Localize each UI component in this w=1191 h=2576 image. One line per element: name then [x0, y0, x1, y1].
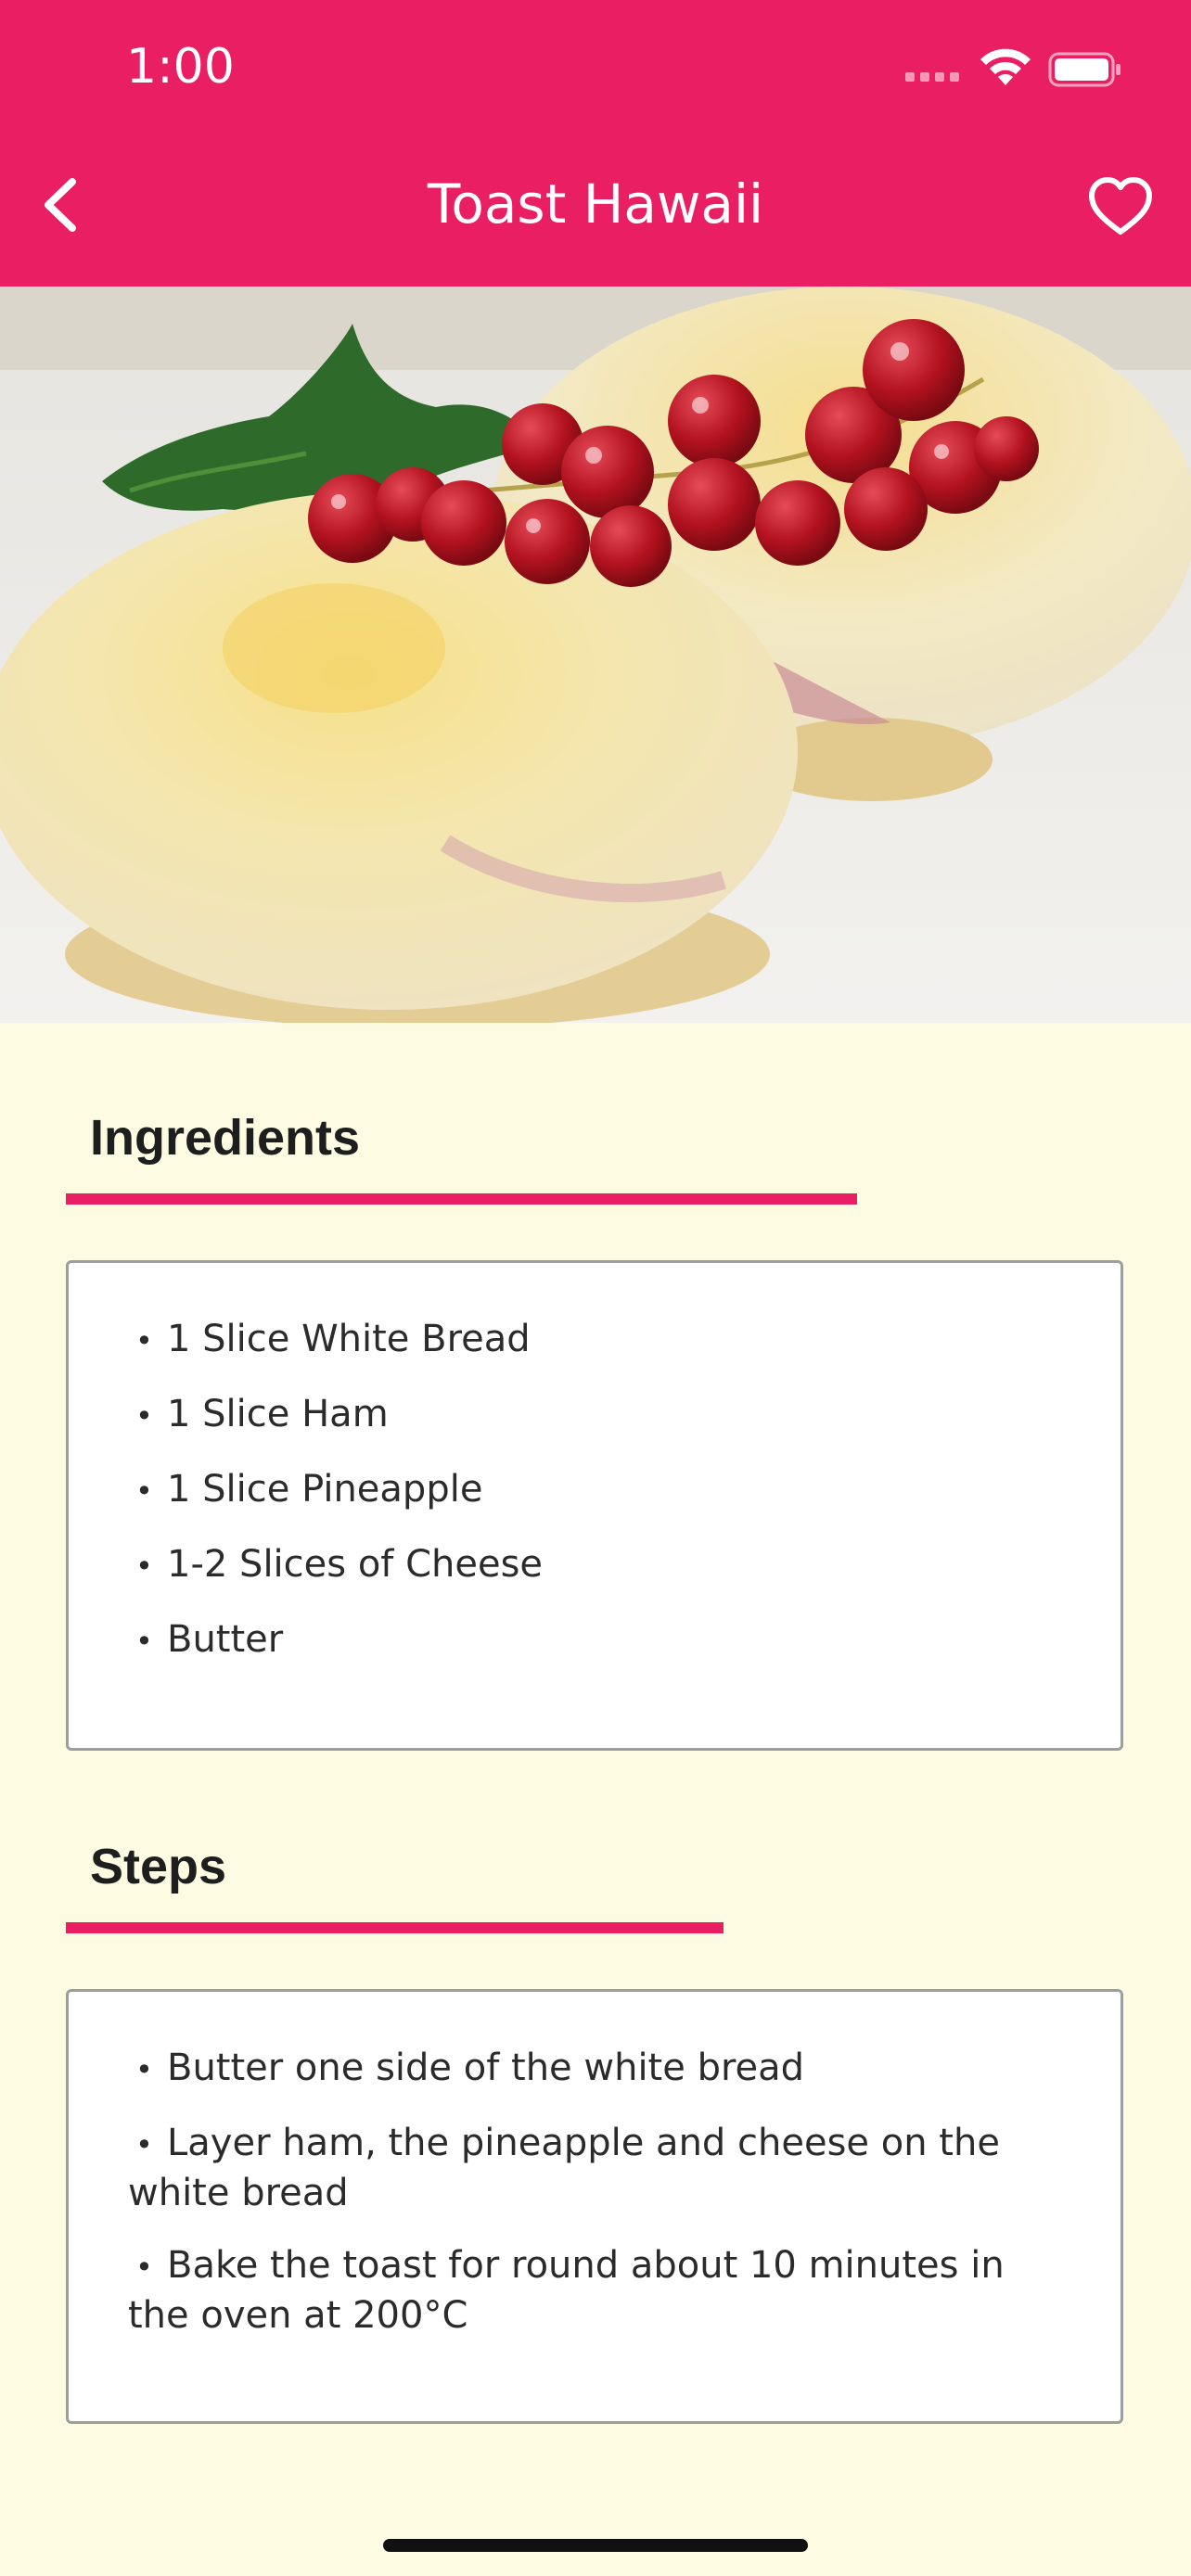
steps-underline — [66, 1922, 724, 1933]
status-time: 1:00 — [126, 39, 235, 95]
ingredient-item: • 1 Slice Ham — [135, 1393, 389, 1435]
wifi-icon — [980, 48, 1031, 85]
app-header: 1:00 Toast Hawaii — [0, 0, 1191, 287]
step-item: • Butter one side of the white bread — [135, 2047, 805, 2089]
cellular-signal-icon — [905, 72, 961, 82]
page-title: Toast Hawaii — [427, 172, 764, 236]
battery-icon — [1048, 52, 1121, 87]
home-indicator[interactable] — [383, 2539, 808, 2552]
steps-heading: Steps — [90, 1839, 227, 1894]
favorite-button[interactable] — [1087, 176, 1154, 237]
recipe-detail-screen: 1:00 Toast Hawaii Ingredients • 1 Slice … — [0, 0, 1191, 2576]
step-item: • Layer ham, the pineapple and cheese on … — [128, 2122, 1000, 2214]
recipe-image — [0, 287, 1191, 1023]
step-item: • Bake the toast for round about 10 minut… — [128, 2244, 1005, 2337]
ingredient-item: • Butter — [135, 1618, 284, 1661]
ingredients-card: • 1 Slice White Bread • 1 Slice Ham • 1 Sli… — [66, 1260, 1123, 1751]
ingredient-item: • 1 Slice White Bread — [135, 1318, 531, 1360]
ingredients-underline — [66, 1193, 857, 1205]
ingredients-heading: Ingredients — [90, 1110, 361, 1166]
ingredient-item: • 1-2 Slices of Cheese — [135, 1543, 544, 1586]
ingredient-item: • 1 Slice Pineapple — [135, 1468, 483, 1511]
steps-card: • Butter one side of the white bread • Lay… — [66, 1989, 1123, 2424]
